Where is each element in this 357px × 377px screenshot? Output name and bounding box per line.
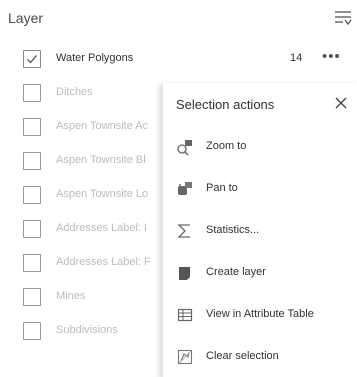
close-icon[interactable]	[331, 93, 351, 113]
zoom-to-button[interactable]: Zoom to	[163, 131, 357, 163]
clear-selection-icon	[176, 348, 194, 366]
table-icon	[176, 306, 194, 324]
menu-item-label: Statistics...	[206, 224, 260, 236]
layer-checkbox[interactable]	[23, 118, 41, 136]
view-attribute-table-button[interactable]: View in Attribute Table	[163, 299, 357, 331]
selection-count: 14	[290, 52, 303, 64]
layer-checkbox[interactable]	[23, 254, 41, 272]
layer-name: Water Polygons	[56, 52, 134, 64]
create-layer-button[interactable]: Create layer	[163, 257, 357, 289]
pan-to-button[interactable]: Pan to	[163, 173, 357, 205]
statistics-button[interactable]: Statistics...	[163, 215, 357, 247]
layer-name: Aspen Townsite Ac	[56, 120, 149, 132]
layer-name: Ditches	[56, 86, 93, 98]
menu-item-label: Pan to	[206, 182, 238, 194]
menu-item-label: Zoom to	[206, 140, 247, 152]
layer-name: Aspen Townsite Bl	[56, 154, 146, 166]
panel-title: Layer	[8, 10, 44, 26]
layer-checkbox[interactable]	[23, 50, 41, 68]
layer-checkbox[interactable]	[23, 186, 41, 204]
layer-checkbox[interactable]	[23, 322, 41, 340]
layer-checkbox[interactable]	[23, 288, 41, 306]
layer-name: Aspen Townsite Lo	[56, 188, 149, 200]
pan-to-icon	[176, 180, 194, 198]
layer-name: Addresses Label: I	[56, 222, 148, 234]
more-options-icon[interactable]: •••	[322, 48, 348, 68]
filter-list-icon[interactable]	[333, 9, 353, 27]
layer-name: Addresses Label: F	[56, 256, 151, 268]
menu-title: Selection actions	[176, 97, 275, 112]
clear-selection-button[interactable]: Clear selection	[163, 341, 357, 373]
layer-name: Subdivisions	[56, 324, 118, 336]
layer-row[interactable]: Water Polygons 14 •••	[0, 42, 357, 76]
menu-item-label: Create layer	[206, 266, 266, 278]
layer-panel-header: Layer	[0, 0, 357, 36]
layer-checkbox[interactable]	[23, 152, 41, 170]
selection-actions-menu: Selection actions Zoom to Pan to Statist…	[162, 83, 357, 377]
zoom-to-icon	[176, 138, 194, 156]
layer-checkbox[interactable]	[23, 84, 41, 102]
create-layer-icon	[176, 264, 194, 282]
layer-name: Mines	[56, 290, 86, 302]
layer-checkbox[interactable]	[23, 220, 41, 238]
menu-item-label: View in Attribute Table	[206, 308, 314, 320]
sigma-icon	[176, 222, 194, 240]
menu-item-label: Clear selection	[206, 350, 279, 362]
